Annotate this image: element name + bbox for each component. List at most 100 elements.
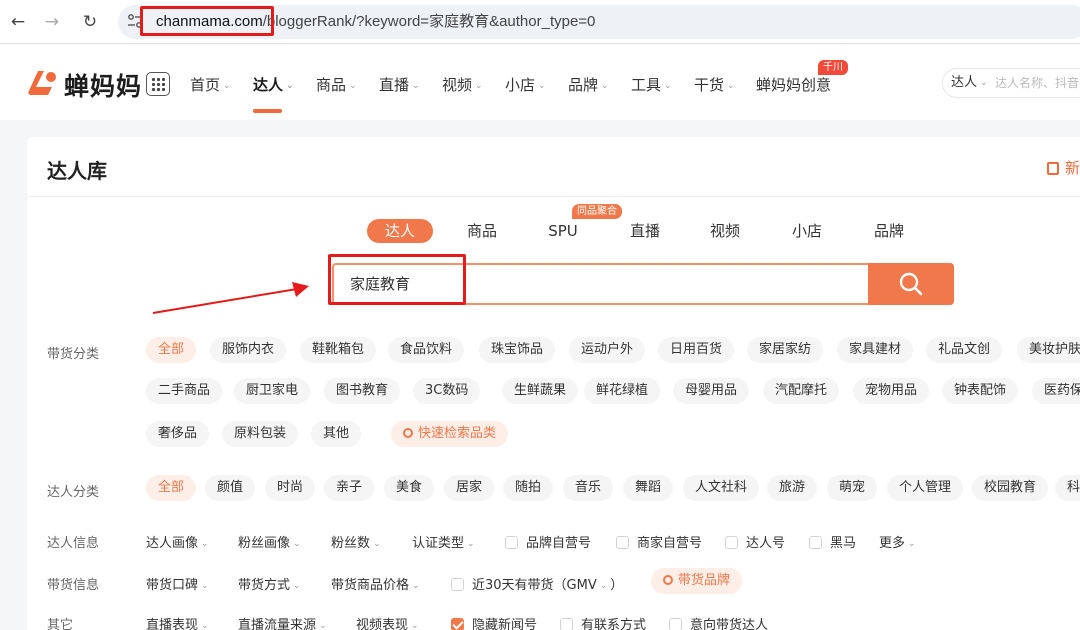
author-category-chip[interactable]: 居家 [444,475,495,501]
goods-category-chip[interactable]: 汽配摩托 [763,378,840,404]
search-tab-6[interactable]: 品牌 [857,219,921,243]
header-search-placeholder[interactable]: 达人名称、抖音 [995,69,1079,97]
goods-category-chip[interactable]: 鞋靴箱包 [300,337,377,363]
menu-item-3[interactable]: 直播 ⌄ [379,74,420,95]
chevron-down-icon: ⌄ [201,581,209,591]
author-info-checkbox[interactable]: 商家自营号 [616,532,702,551]
menu-item-8[interactable]: 干货 ⌄ [694,74,735,95]
sales-info-dropdown[interactable]: 带货口碑 ⌄ [146,574,209,593]
goods-category-chip[interactable]: 家具建材 [837,337,914,363]
author-category-chip[interactable]: 萌宠 [827,475,878,501]
goods-category-chip[interactable]: 运动户外 [569,337,646,363]
goods-category-chip[interactable]: 礼品文创 [926,337,1003,363]
author-info-checkbox[interactable]: 黑马 [809,532,856,551]
goods-category-chip[interactable]: 服饰内衣 [210,337,287,363]
author-category-chip[interactable]: 个人管理 [887,475,964,501]
chevron-down-icon: ⌄ [349,81,357,91]
other-dropdown[interactable]: 直播表现 ⌄ [146,614,209,630]
author-info-dropdown[interactable]: 粉丝画像 ⌄ [238,532,301,551]
author-category-chip[interactable]: 舞蹈 [623,475,674,501]
reload-icon[interactable]: ↻ [78,10,102,34]
author-info-dropdown[interactable]: 粉丝数 ⌄ [331,532,381,551]
other-dropdown[interactable]: 视频表现 ⌄ [356,614,419,630]
goods-category-chip[interactable]: 全部 [146,337,197,363]
logo-text[interactable]: 蝉妈妈 [64,67,142,103]
goods-category-chip[interactable]: 生鲜蔬果 [502,378,579,404]
sales-info-dropdown[interactable]: 带货商品价格 ⌄ [331,574,420,593]
author-category-chip[interactable]: 旅游 [767,475,818,501]
author-info-dropdown[interactable]: 达人画像 ⌄ [146,532,209,551]
chevron-down-icon: ⌄ [664,81,672,91]
author-category-chip[interactable]: 音乐 [563,475,614,501]
other-checkbox[interactable]: 隐藏新闻号 [451,614,537,630]
apps-grid-icon[interactable] [146,72,170,96]
goods-category-chip[interactable]: 鲜花绿植 [584,378,661,404]
chevron-down-icon: ⌄ [601,81,609,91]
goods-category-chip[interactable]: 日用百货 [658,337,735,363]
menu-item-6[interactable]: 品牌 ⌄ [568,74,609,95]
author-category-chip[interactable]: 科 [1055,475,1080,501]
other-checkbox[interactable]: 意向带货达人 [669,614,768,630]
author-category-chip[interactable]: 亲子 [324,475,375,501]
checkbox-icon [451,578,464,591]
author-category-chip[interactable]: 时尚 [265,475,316,501]
goods-category-chip[interactable]: 食品饮料 [388,337,465,363]
back-arrow-icon[interactable]: ← [6,10,30,34]
menu-item-4[interactable]: 视频 ⌄ [442,74,483,95]
author-category-chip[interactable]: 人文社科 [683,475,760,501]
menu-item-label: 品牌 [568,76,599,94]
menu-item-label: 达人 [253,76,284,94]
new-link[interactable]: 新 [1047,157,1080,178]
menu-item-9[interactable]: 蝉妈妈创意 [756,74,831,95]
goods-category-chip[interactable]: 奢侈品 [146,421,210,447]
author-category-chip[interactable]: 校园教育 [972,475,1049,501]
menu-item-0[interactable]: 首页 ⌄ [190,74,231,95]
menu-item-5[interactable]: 小店 ⌄ [505,74,546,95]
forward-arrow-icon[interactable]: → [40,10,64,34]
goods-category-chip[interactable]: 二手商品 [146,378,223,404]
other-dropdown[interactable]: 直播流量来源 ⌄ [238,614,327,630]
goods-category-chip[interactable]: 3C数码 [413,378,481,404]
menu-item-1[interactable]: 达人 ⌄ [253,74,294,95]
goods-category-chip[interactable]: 医药保 [1032,378,1080,404]
author-info-checkbox[interactable]: 达人号 [725,532,785,551]
goods-category-chip[interactable]: 母婴用品 [673,378,750,404]
search-tab-5[interactable]: 小店 [777,219,837,243]
goods-category-chip[interactable]: 宠物用品 [853,378,930,404]
sales-30day-checkbox[interactable]: 近30天有带货（GMV ⌄） [451,574,623,593]
search-tab-3[interactable]: 直播 [615,219,675,243]
quick-search-category-button[interactable]: 快速检索品类 [391,421,509,447]
goods-category-chip[interactable]: 钟表配饰 [942,378,1019,404]
goods-category-chip[interactable]: 家居家纺 [747,337,824,363]
header-search[interactable]: 达人 ⌄ 达人名称、抖音 [942,68,1080,98]
goods-category-chip[interactable]: 厨卫家电 [234,378,311,404]
header-search-type[interactable]: 达人 ⌄ [951,69,988,97]
sales-info-label: 带货信息 [47,578,100,593]
search-tab-4[interactable]: 视频 [695,219,755,243]
search-tab-2[interactable]: SPU [533,219,593,243]
author-category-chip[interactable]: 颜值 [205,475,256,501]
chevron-down-icon: ⌄ [201,621,209,630]
chevron-down-icon: ⌄ [467,539,475,549]
menu-item-label: 干货 [694,76,725,94]
search-button[interactable] [868,263,954,305]
checkbox-icon [669,618,682,630]
goods-category-chip[interactable]: 原料包装 [222,421,299,447]
goods-category-chip[interactable]: 其他 [311,421,362,447]
goods-category-chip[interactable]: 美妆护肤 [1017,337,1080,363]
menu-item-2[interactable]: 商品 ⌄ [316,74,357,95]
author-category-chip[interactable]: 美食 [384,475,435,501]
menu-item-7[interactable]: 工具 ⌄ [631,74,672,95]
other-checkbox[interactable]: 有联系方式 [560,614,646,630]
author-info-checkbox[interactable]: 品牌自营号 [505,532,591,551]
goods-category-chip[interactable]: 珠宝饰品 [479,337,556,363]
sales-info-dropdown[interactable]: 带货方式 ⌄ [238,574,301,593]
author-category-chip[interactable]: 全部 [146,475,197,501]
more-filters-dropdown[interactable]: 更多 ⌄ [879,532,916,551]
author-category-chip[interactable]: 随拍 [503,475,554,501]
goods-category-chip[interactable]: 图书教育 [324,378,401,404]
sales-brand-button[interactable]: 带货品牌 [651,568,743,594]
search-tab-0[interactable]: 达人 [367,219,433,243]
author-info-dropdown[interactable]: 认证类型 ⌄ [412,532,475,551]
search-tab-1[interactable]: 商品 [452,219,512,243]
